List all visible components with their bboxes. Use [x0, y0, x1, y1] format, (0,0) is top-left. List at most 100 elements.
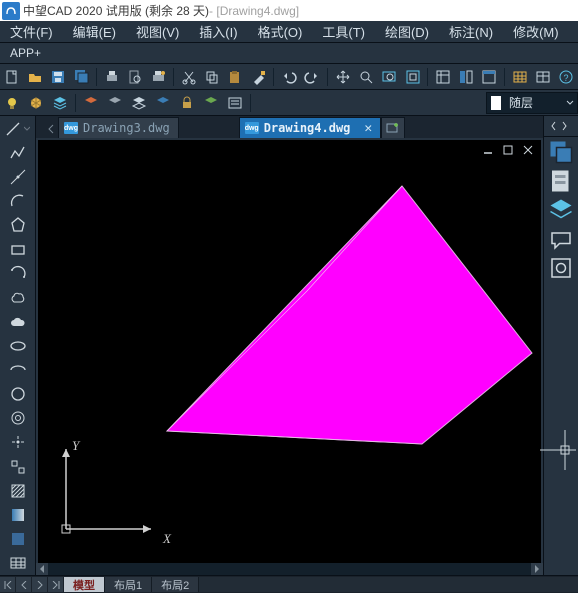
paste-icon[interactable]: [225, 66, 246, 88]
layer-lock-icon[interactable]: [176, 92, 198, 114]
divide-icon[interactable]: [1, 455, 35, 479]
tab-drawing3[interactable]: dwg Drawing3.dwg: [58, 117, 179, 138]
doc-title: - [Drawing4.dwg]: [209, 4, 299, 18]
hatch-icon[interactable]: [1, 479, 35, 503]
layer-manage-icon[interactable]: [49, 92, 71, 114]
table2-icon[interactable]: [532, 66, 553, 88]
tool-palette-icon[interactable]: [479, 66, 500, 88]
menu-view[interactable]: 视图(V): [126, 22, 189, 41]
zoom-extents-icon[interactable]: [402, 66, 423, 88]
region-icon[interactable]: [1, 527, 35, 551]
attach-icon[interactable]: [546, 254, 576, 282]
preview-icon[interactable]: [125, 66, 146, 88]
line-icon[interactable]: [1, 117, 35, 141]
layer-freeze-icon[interactable]: [25, 92, 47, 114]
cut-icon[interactable]: [178, 66, 199, 88]
properties-icon[interactable]: [432, 66, 453, 88]
zoom-window-icon[interactable]: [379, 66, 400, 88]
menu-app-plus[interactable]: APP+: [0, 43, 578, 64]
tab-pager[interactable]: [544, 116, 578, 137]
new-icon[interactable]: [1, 66, 22, 88]
open-icon[interactable]: [24, 66, 45, 88]
layer-c-icon[interactable]: [128, 92, 150, 114]
donut-icon[interactable]: [1, 406, 35, 430]
menu-dim[interactable]: 标注(N): [439, 22, 503, 41]
toolbar-draw: [0, 116, 36, 575]
polyline-icon[interactable]: [1, 141, 35, 165]
table1-icon[interactable]: [509, 66, 530, 88]
layer-a-icon[interactable]: [80, 92, 102, 114]
close-viewport-icon[interactable]: [521, 144, 535, 156]
sheet-icon[interactable]: [546, 167, 576, 195]
tab-scroll-left-icon[interactable]: [44, 120, 58, 138]
layer-b-icon[interactable]: [104, 92, 126, 114]
menu-modify[interactable]: 修改(M): [503, 22, 569, 41]
layer-bulb-icon[interactable]: [1, 92, 23, 114]
layout-prev-icon[interactable]: [16, 577, 31, 592]
menu-ext[interactable]: 扩: [569, 22, 578, 41]
zoom-realtime-icon[interactable]: [355, 66, 376, 88]
matchprop-icon[interactable]: [248, 66, 269, 88]
close-icon[interactable]: ✕: [364, 121, 372, 136]
design-center-icon[interactable]: [455, 66, 476, 88]
plot-icon[interactable]: [148, 66, 169, 88]
menu-edit[interactable]: 编辑(E): [63, 22, 126, 41]
menu-insert[interactable]: 插入(I): [189, 22, 247, 41]
tab-label: Drawing4.dwg: [264, 121, 351, 135]
ellipse-icon[interactable]: [1, 334, 35, 358]
tab-drawing4[interactable]: dwg Drawing4.dwg ✕: [239, 117, 382, 138]
overlap-icon[interactable]: [546, 138, 576, 166]
svg-text:?: ?: [564, 73, 569, 83]
tab-label: Drawing3.dwg: [83, 121, 170, 135]
minimize-icon[interactable]: [481, 144, 495, 156]
spline-icon[interactable]: [1, 262, 35, 286]
tab-layout1[interactable]: 布局1: [105, 577, 152, 592]
redo-icon[interactable]: [302, 66, 323, 88]
pan-icon[interactable]: [332, 66, 353, 88]
menu-tools[interactable]: 工具(T): [312, 22, 375, 41]
rectangle-icon[interactable]: [1, 238, 35, 262]
menubar: 文件(F) 编辑(E) 视图(V) 插入(I) 格式(O) 工具(T) 绘图(D…: [0, 21, 578, 43]
save-icon[interactable]: [48, 66, 69, 88]
tab-model[interactable]: 模型: [64, 577, 105, 592]
drawing-viewport[interactable]: Y X: [38, 140, 541, 563]
scroll-right-icon[interactable]: [531, 563, 543, 575]
arc-icon[interactable]: [1, 189, 35, 213]
saveall-icon[interactable]: [71, 66, 92, 88]
ext-layers-icon[interactable]: [546, 196, 576, 224]
toolbar-right: [543, 116, 578, 575]
new-tab-button[interactable]: [381, 117, 405, 138]
layout-last-icon[interactable]: [48, 577, 63, 592]
print-icon[interactable]: [101, 66, 122, 88]
app-title: 中望CAD 2020 试用版 (剩余 28 天): [23, 2, 209, 19]
ucs-y-label: Y: [72, 438, 79, 454]
menu-format[interactable]: 格式(O): [248, 22, 313, 41]
horizontal-scrollbar[interactable]: [36, 563, 543, 575]
circle-icon[interactable]: [1, 382, 35, 406]
layer-color-dropdown[interactable]: 随层: [486, 92, 578, 114]
gradient-icon[interactable]: [1, 503, 35, 527]
tab-layout2[interactable]: 布局2: [152, 577, 199, 592]
annotate-icon[interactable]: [546, 225, 576, 253]
layout-next-icon[interactable]: [32, 577, 47, 592]
layer-d-icon[interactable]: [152, 92, 174, 114]
ellipse-arc-icon[interactable]: [1, 358, 35, 382]
polygon-icon[interactable]: [1, 213, 35, 237]
layout-first-icon[interactable]: [0, 577, 15, 592]
menu-file[interactable]: 文件(F): [0, 22, 63, 41]
xline-icon[interactable]: [1, 165, 35, 189]
wedge-solid: [127, 176, 537, 456]
help-icon[interactable]: ?: [556, 66, 577, 88]
layer-e-icon[interactable]: [200, 92, 222, 114]
copy-icon[interactable]: [201, 66, 222, 88]
scroll-left-icon[interactable]: [36, 563, 48, 575]
table-icon[interactable]: [1, 551, 35, 575]
point-icon[interactable]: [1, 430, 35, 454]
menu-draw[interactable]: 绘图(D): [375, 22, 439, 41]
undo-icon[interactable]: [278, 66, 299, 88]
color-swatch-icon: [491, 96, 501, 110]
maximize-icon[interactable]: [501, 144, 515, 156]
revcloud-icon[interactable]: [1, 286, 35, 310]
layer-state-icon[interactable]: [224, 92, 246, 114]
cloud-icon[interactable]: [1, 310, 35, 334]
